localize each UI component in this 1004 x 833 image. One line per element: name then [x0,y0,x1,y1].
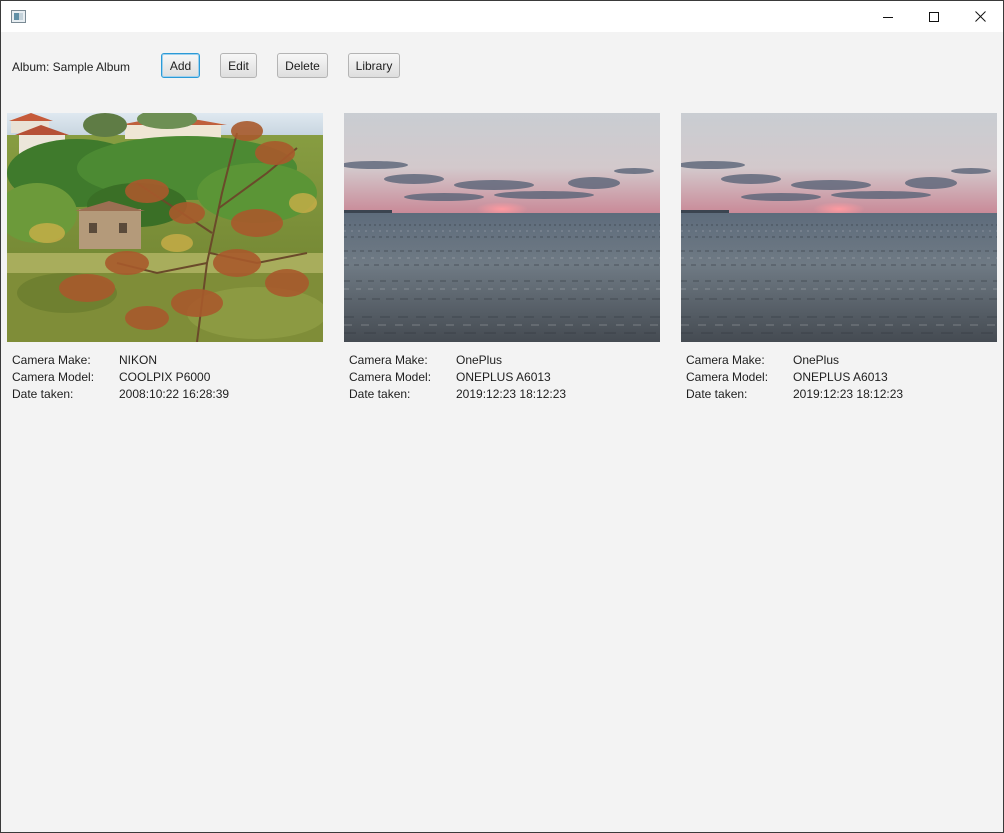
camera-model-label: Camera Model: [349,370,432,384]
delete-button[interactable]: Delete [277,53,328,78]
camera-model-row: Camera Model: ONEPLUS A6013 [686,370,997,387]
album-title: Album: Sample Album [12,60,131,74]
toolbar: Album: Sample Album Add Edit Delete Libr… [1,32,1003,100]
camera-model-row: Camera Model: ONEPLUS A6013 [349,370,660,387]
camera-model-value: ONEPLUS A6013 [793,370,888,384]
date-taken-label: Date taken: [12,387,74,401]
maximize-button[interactable] [911,1,957,32]
camera-make-row: Camera Make: OnePlus [349,353,660,370]
camera-make-label: Camera Make: [349,353,428,367]
date-taken-value: 2008:10:22 16:28:39 [119,387,230,401]
camera-make-value: OnePlus [793,353,840,367]
camera-make-label: Camera Make: [686,353,765,367]
maximize-icon [929,11,939,22]
app-window: Album: Sample Album Add Edit Delete Libr… [0,0,1004,833]
camera-model-value: ONEPLUS A6013 [456,370,551,384]
camera-make-label: Camera Make: [12,353,91,367]
minimize-button[interactable] [865,1,911,32]
camera-make-value: OnePlus [456,353,503,367]
date-taken-label: Date taken: [686,387,748,401]
photo-tile[interactable]: Camera Make: NIKON Camera Model: COOLPIX… [7,113,323,404]
camera-make-row: Camera Make: NIKON [12,353,323,370]
photo-thumbnail-village[interactable] [7,113,323,342]
photo-metadata: Camera Make: NIKON Camera Model: COOLPIX… [12,353,323,404]
photo-metadata: Camera Make: OnePlus Camera Model: ONEPL… [686,353,997,404]
camera-make-row: Camera Make: OnePlus [686,353,997,370]
date-taken-row: Date taken: 2008:10:22 16:28:39 [12,387,323,404]
date-taken-label: Date taken: [349,387,411,401]
photo-thumbnail-sunset[interactable] [681,113,997,342]
photo-tile[interactable]: Camera Make: OnePlus Camera Model: ONEPL… [681,113,997,404]
date-taken-value: 2019:12:23 18:12:23 [456,387,567,401]
camera-model-row: Camera Model: COOLPIX P6000 [12,370,323,387]
date-taken-row: Date taken: 2019:12:23 18:12:23 [686,387,997,404]
close-button[interactable] [957,1,1003,32]
photo-metadata: Camera Make: OnePlus Camera Model: ONEPL… [349,353,660,404]
camera-make-value: NIKON [119,353,158,367]
camera-model-label: Camera Model: [12,370,95,384]
camera-model-label: Camera Model: [686,370,769,384]
minimize-icon [883,16,893,18]
edit-button[interactable]: Edit [220,53,257,78]
camera-model-value: COOLPIX P6000 [119,370,211,384]
photo-tile[interactable]: Camera Make: OnePlus Camera Model: ONEPL… [344,113,660,404]
date-taken-row: Date taken: 2019:12:23 18:12:23 [349,387,660,404]
title-bar[interactable] [1,1,1003,32]
app-icon [11,10,26,23]
date-taken-value: 2019:12:23 18:12:23 [793,387,904,401]
add-button[interactable]: Add [161,53,200,78]
photo-thumbnail-sunset[interactable] [344,113,660,342]
close-icon [974,11,986,22]
library-button[interactable]: Library [348,53,400,78]
